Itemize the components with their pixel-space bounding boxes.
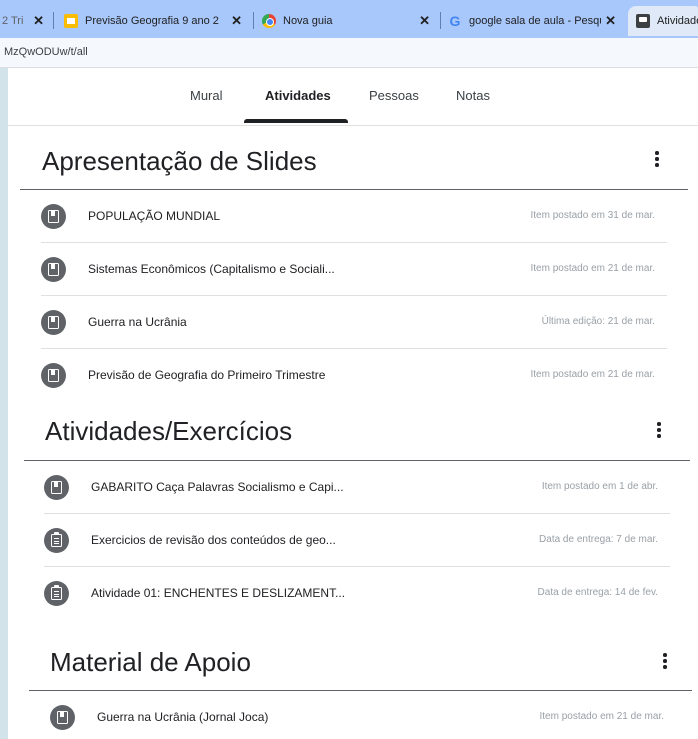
- item-meta: Data de entrega: 7 de mar.: [539, 534, 658, 545]
- material-icon: [41, 257, 66, 282]
- close-icon[interactable]: ✕: [33, 13, 44, 29]
- list-item[interactable]: Previsão de Geografia do Primeiro Trimes…: [41, 349, 667, 402]
- list-item[interactable]: POPULAÇÃO MUNDIAL Item postado em 31 de …: [41, 190, 667, 243]
- close-icon[interactable]: ✕: [605, 13, 616, 29]
- classroom-tabs: Mural Atividades Pessoas Notas: [8, 68, 698, 126]
- item-meta: Data de entrega: 14 de fev.: [537, 587, 658, 598]
- material-icon: [44, 475, 69, 500]
- tab-notas[interactable]: Notas: [456, 88, 490, 103]
- section-title-atividades: Atividades/Exercícios: [45, 416, 293, 446]
- list-item[interactable]: Sistemas Econômicos (Capitalismo e Socia…: [41, 243, 667, 296]
- assignment-icon: [44, 528, 69, 553]
- close-icon[interactable]: ✕: [231, 13, 242, 29]
- list-item[interactable]: GABARITO Caça Palavras Socialismo e Capi…: [44, 461, 670, 514]
- tab-separator: [253, 12, 254, 29]
- browser-tab-title: google sala de aula - Pesquisa: [469, 15, 601, 27]
- tab-mural[interactable]: Mural: [190, 88, 223, 103]
- item-title: Sistemas Econômicos (Capitalismo e Socia…: [88, 262, 335, 276]
- tab-separator: [53, 12, 54, 29]
- url-text[interactable]: MzQwODUw/t/all: [4, 46, 88, 58]
- active-tab-indicator: [244, 119, 348, 123]
- section-title-material-apoio: Material de Apoio: [50, 647, 251, 677]
- item-title: Guerra na Ucrânia (Jornal Joca): [97, 710, 269, 724]
- list-item[interactable]: Guerra na Ucrânia Última edição: 21 de m…: [41, 296, 667, 349]
- material-icon: [41, 310, 66, 335]
- item-meta: Item postado em 21 de mar.: [530, 263, 655, 274]
- material-icon: [41, 204, 66, 229]
- browser-tab-title: Previsão Geografia 9 ano 2 Tri: [85, 15, 221, 27]
- list-item[interactable]: Guerra na Ucrânia (Jornal Joca) Item pos…: [50, 691, 676, 739]
- list-item[interactable]: Exercicios de revisão dos conteúdos de g…: [44, 514, 670, 567]
- slides-icon: [64, 14, 78, 28]
- tab-pessoas[interactable]: Pessoas: [369, 88, 419, 103]
- item-meta: Última edição: 21 de mar.: [541, 316, 655, 327]
- browser-tab-title: Atividades: [657, 15, 698, 27]
- item-title: GABARITO Caça Palavras Socialismo e Capi…: [91, 480, 344, 494]
- tab-atividades[interactable]: Atividades: [265, 88, 331, 103]
- material-icon: [41, 363, 66, 388]
- item-meta: Item postado em 21 de mar.: [539, 711, 664, 722]
- item-meta: Item postado em 31 de mar.: [530, 210, 655, 221]
- classroom-page: Mural Atividades Pessoas Notas Apresenta…: [8, 68, 698, 739]
- section-title-apresentacao: Apresentação de Slides: [42, 146, 317, 176]
- item-title: Exercicios de revisão dos conteúdos de g…: [91, 533, 336, 547]
- more-vert-icon[interactable]: [645, 147, 669, 171]
- browser-tab-4-active[interactable]: Atividades: [628, 6, 698, 36]
- google-icon: G: [449, 13, 461, 29]
- item-title: Previsão de Geografia do Primeiro Trimes…: [88, 368, 326, 382]
- assignment-icon: [44, 581, 69, 606]
- browser-tab-1[interactable]: Previsão Geografia 9 ano 2 Tri ✕: [64, 6, 250, 36]
- browser-tab-0[interactable]: 2 Tri ✕: [2, 6, 48, 36]
- chrome-icon: [262, 14, 276, 28]
- item-title: POPULAÇÃO MUNDIAL: [88, 209, 221, 223]
- browser-tab-title: Nova guia: [283, 15, 333, 27]
- material-icon: [50, 705, 75, 730]
- browser-tab-strip: 2 Tri ✕ Previsão Geografia 9 ano 2 Tri ✕…: [0, 0, 698, 38]
- address-bar[interactable]: MzQwODUw/t/all: [0, 38, 698, 68]
- item-meta: Item postado em 1 de abr.: [541, 481, 658, 492]
- more-vert-icon[interactable]: [647, 418, 671, 442]
- close-icon[interactable]: ✕: [419, 13, 430, 29]
- browser-tab-3[interactable]: G google sala de aula - Pesquisa ✕: [448, 6, 624, 36]
- more-vert-icon[interactable]: [653, 649, 677, 673]
- classroom-icon: [636, 14, 650, 28]
- browser-tab-title: 2 Tri: [2, 15, 24, 27]
- item-title: Guerra na Ucrânia: [88, 315, 187, 329]
- item-meta: Item postado em 21 de mar.: [530, 369, 655, 380]
- browser-tab-2[interactable]: Nova guia ✕: [262, 6, 438, 36]
- list-item[interactable]: Atividade 01: ENCHENTES E DESLIZAMENT...…: [44, 567, 670, 620]
- tab-separator: [440, 12, 441, 29]
- item-title: Atividade 01: ENCHENTES E DESLIZAMENT...: [91, 586, 346, 600]
